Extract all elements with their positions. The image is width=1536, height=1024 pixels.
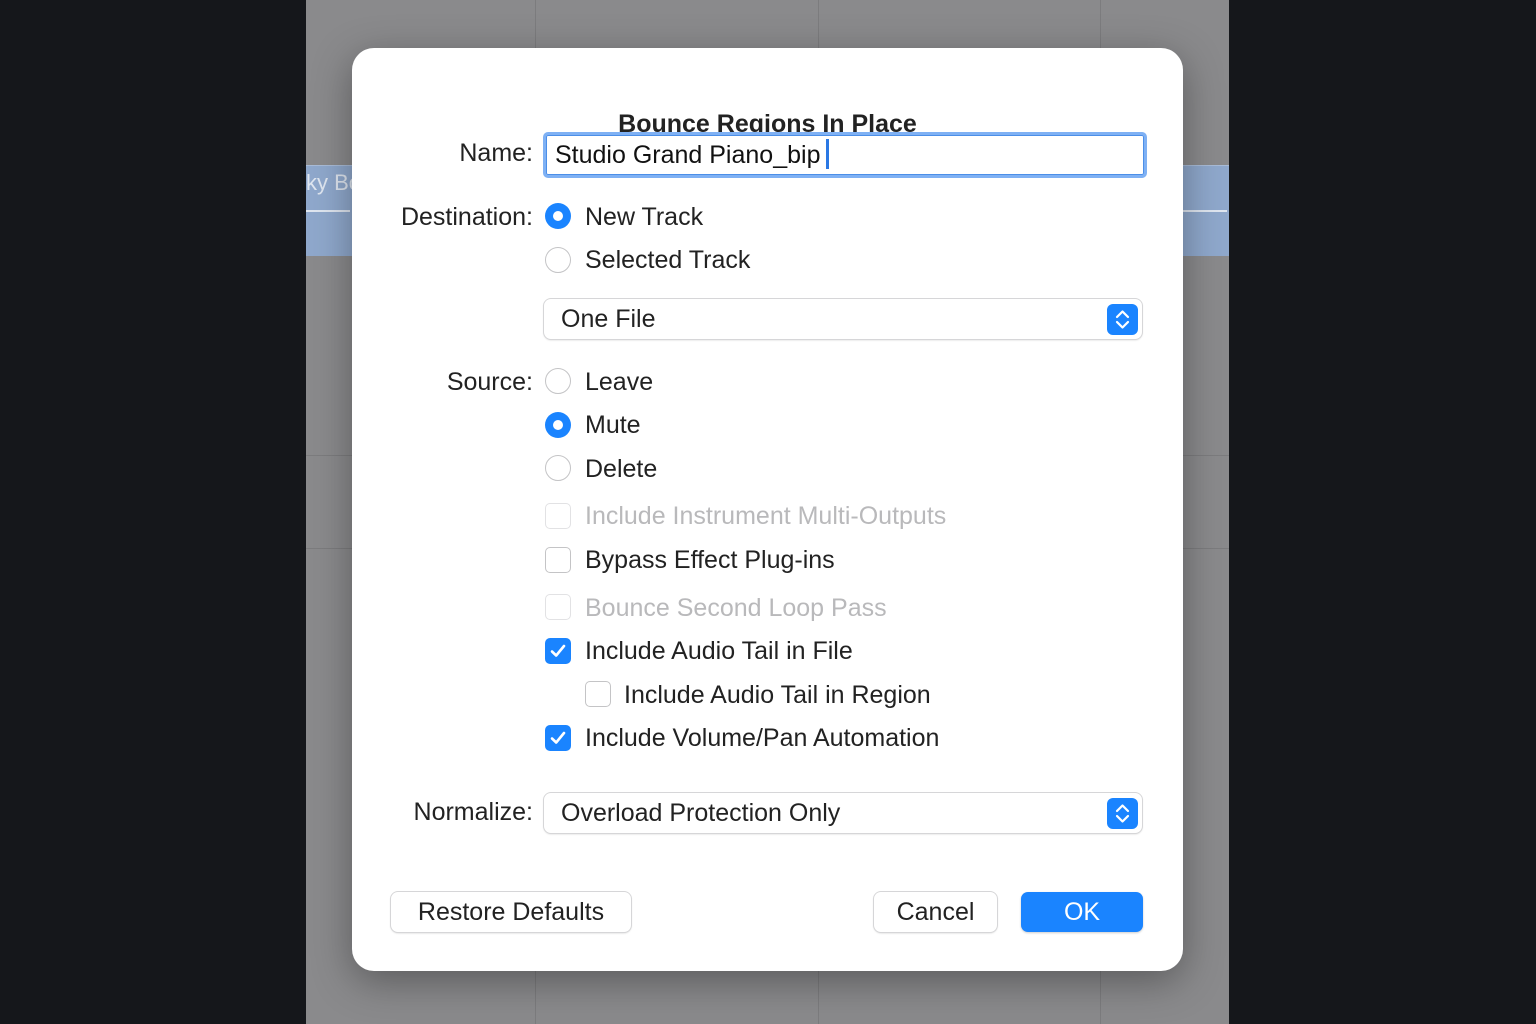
name-input-value: Studio Grand Piano_bip [555,139,830,170]
cancel-button[interactable]: Cancel [874,892,997,932]
include-instrument-multi-outputs-label: Include Instrument Multi-Outputs [585,502,947,530]
source-mute-radio[interactable] [545,412,571,438]
bypass-effect-plugins-checkbox[interactable] [545,547,571,573]
chevron-up-down-icon [1107,304,1138,335]
normalize-value: Overload Protection Only [561,799,841,827]
include-audio-tail-in-file-label[interactable]: Include Audio Tail in File [585,637,853,666]
name-label: Name: [459,139,533,167]
source-mute-label[interactable]: Mute [585,411,641,440]
source-delete-radio[interactable] [545,455,571,481]
destination-new-track-label[interactable]: New Track [585,203,703,232]
file-mode-value: One File [561,305,656,333]
audio-region-label: ky Bo [306,170,352,195]
checkmark-icon [550,731,566,744]
include-audio-tail-in-region-label[interactable]: Include Audio Tail in Region [624,681,931,710]
chevron-up-down-icon [1107,798,1138,829]
bypass-effect-plugins-label[interactable]: Bypass Effect Plug-ins [585,546,835,575]
include-volume-pan-automation-label[interactable]: Include Volume/Pan Automation [585,724,939,753]
source-delete-label[interactable]: Delete [585,455,657,484]
audio-region-right[interactable] [1183,165,1229,256]
normalize-popup[interactable]: Overload Protection Only [544,793,1142,833]
destination-new-track-radio[interactable] [545,203,571,229]
include-audio-tail-in-region-checkbox[interactable] [585,681,611,707]
ok-button[interactable]: OK [1021,892,1143,932]
source-label: Source: [446,368,533,396]
name-input[interactable]: Studio Grand Piano_bip [543,132,1147,178]
source-leave-radio[interactable] [545,368,571,394]
include-audio-tail-in-file-checkbox[interactable] [545,638,571,664]
bounce-second-loop-pass-label: Bounce Second Loop Pass [585,594,887,622]
text-caret [826,139,830,170]
bounce-regions-dialog: Bounce Regions In Place Name: Studio Gra… [352,48,1183,971]
checkmark-icon [550,644,566,657]
restore-defaults-button[interactable]: Restore Defaults [391,892,631,932]
destination-selected-track-radio[interactable] [545,247,571,273]
source-leave-label[interactable]: Leave [585,368,653,397]
destination-selected-track-label[interactable]: Selected Track [585,246,750,275]
bounce-second-loop-pass-checkbox [545,594,571,620]
include-instrument-multi-outputs-checkbox [545,503,571,529]
file-mode-popup[interactable]: One File [544,299,1142,339]
destination-label: Destination: [400,203,533,231]
include-volume-pan-automation-checkbox[interactable] [545,725,571,751]
normalize-label: Normalize: [413,798,533,826]
